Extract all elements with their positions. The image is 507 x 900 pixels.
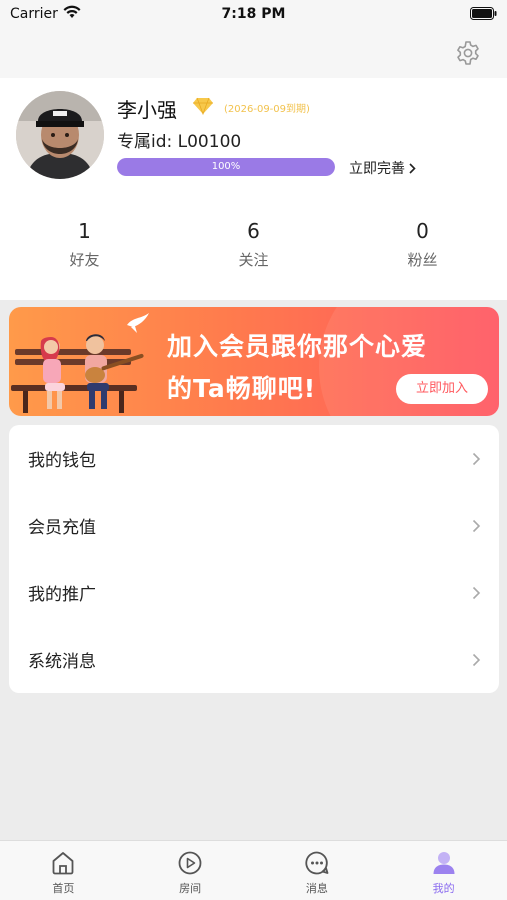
menu-item-recharge[interactable]: 会员充值 — [9, 492, 499, 559]
clock: 7:18 PM — [221, 6, 286, 22]
chat-icon — [305, 851, 329, 875]
stat-value: 0 — [416, 219, 429, 243]
status-bar: Carrier 7:18 PM — [0, 0, 507, 30]
menu-item-label: 会员充值 — [28, 518, 96, 538]
bottom-tab-bar: 首页 房间 消息 我的 — [0, 840, 507, 900]
vip-banner[interactable]: 加入会员跟你那个心爱 的Ta畅聊吧! 立即加入 — [9, 307, 499, 416]
stat-label: 好友 — [69, 251, 100, 269]
menu-item-wallet[interactable]: 我的钱包 — [9, 425, 499, 492]
stat-label: 粉丝 — [407, 251, 438, 269]
tab-label: 消息 — [305, 882, 328, 895]
tab-rooms[interactable]: 房间 — [127, 841, 254, 900]
stat-friends[interactable]: 1 好友 — [0, 216, 169, 276]
banner-subline: 的Ta畅聊吧! — [167, 374, 317, 403]
vip-expire-date: (2026-09-09到期) — [224, 104, 310, 115]
stat-value: 6 — [247, 219, 260, 243]
chevron-right-icon — [472, 519, 481, 532]
tab-label: 首页 — [52, 882, 75, 895]
battery-icon — [470, 7, 497, 20]
menu-list: 我的钱包 会员充值 我的推广 系统消息 — [9, 425, 499, 693]
stats-row: 1 好友 6 关注 0 粉丝 — [0, 216, 507, 276]
tab-mine[interactable]: 我的 — [380, 841, 507, 900]
chevron-right-icon — [472, 452, 481, 465]
chevron-right-icon — [472, 586, 481, 599]
chevron-right-icon — [409, 162, 416, 174]
chevron-right-icon — [472, 653, 481, 666]
banner-headline: 加入会员跟你那个心爱 — [167, 332, 428, 361]
join-now-button[interactable]: 立即加入 — [396, 374, 488, 404]
user-id: 专属id: L00100 — [117, 132, 242, 152]
tab-home[interactable]: 首页 — [0, 841, 127, 900]
complete-profile-label: 立即完善 — [349, 161, 405, 177]
vip-diamond-icon — [193, 97, 213, 115]
profile-section: 李小强 (2026-09-09到期) 专属id: L00100 100% 立即完… — [0, 78, 507, 300]
avatar[interactable] — [16, 91, 104, 179]
menu-item-label: 我的推广 — [28, 585, 96, 605]
menu-item-label: 我的钱包 — [28, 451, 96, 471]
menu-item-promotion[interactable]: 我的推广 — [9, 559, 499, 626]
menu-item-system-messages[interactable]: 系统消息 — [9, 626, 499, 693]
home-icon — [52, 852, 74, 875]
stat-fans[interactable]: 0 粉丝 — [338, 216, 507, 276]
complete-profile-link[interactable]: 立即完善 — [349, 158, 416, 178]
tab-messages[interactable]: 消息 — [254, 841, 381, 900]
stat-following[interactable]: 6 关注 — [169, 216, 338, 276]
tab-label: 我的 — [432, 882, 455, 895]
tab-label: 房间 — [179, 882, 202, 895]
progress-text: 100% — [211, 161, 241, 172]
menu-item-label: 系统消息 — [28, 652, 96, 672]
user-name: 李小强 — [117, 98, 177, 122]
top-header — [0, 30, 507, 78]
stat-value: 1 — [78, 219, 91, 243]
person-icon — [433, 852, 455, 874]
play-icon — [178, 851, 202, 875]
stat-label: 关注 — [238, 251, 269, 269]
couple-illustration — [11, 313, 149, 413]
settings-gear-icon[interactable] — [455, 40, 481, 66]
profile-progress-bar: 100% — [117, 158, 335, 176]
avatar-image — [16, 91, 104, 179]
